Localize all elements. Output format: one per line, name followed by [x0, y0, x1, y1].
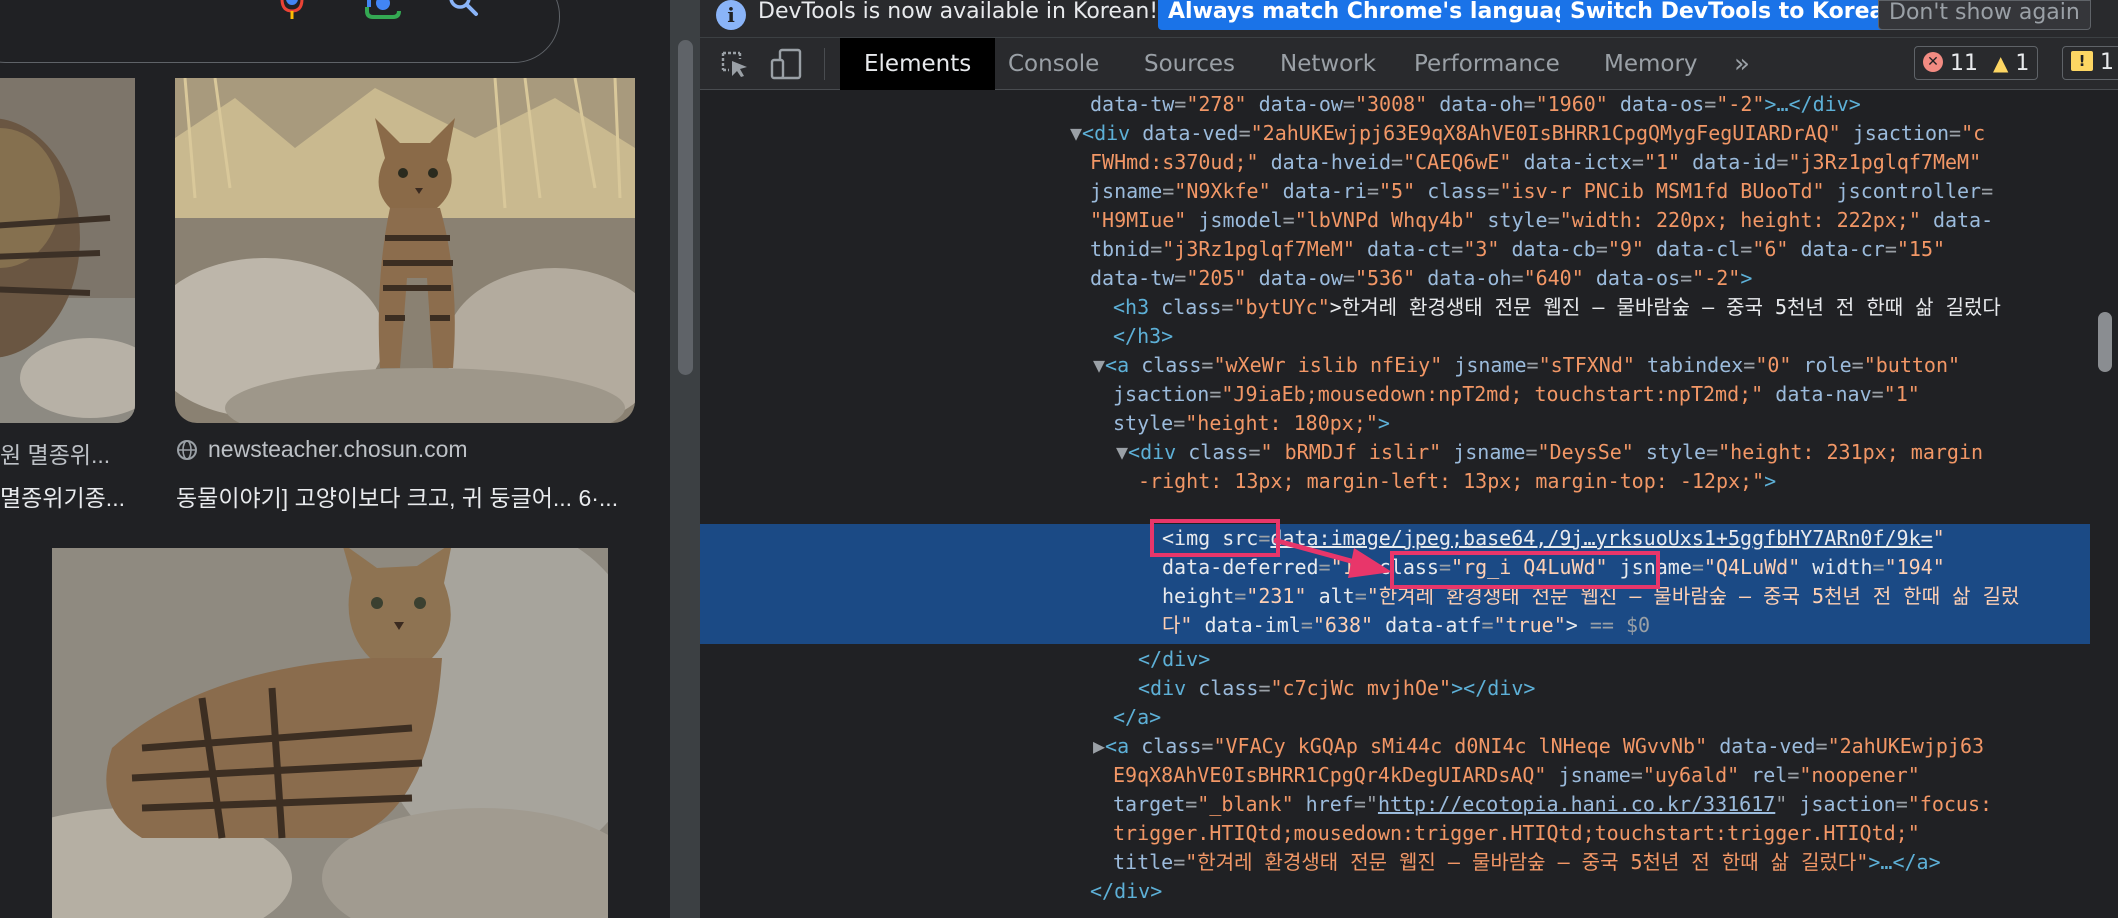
dom-line-selected[interactable]: 다" data-iml="638" data-atf="true"> == $0	[1162, 611, 1650, 639]
info-icon: i	[716, 0, 746, 30]
language-infobar: i DevTools is now available in Korean! A…	[700, 0, 2118, 38]
elements-scrollbar-thumb[interactable]	[2098, 312, 2112, 372]
search-icon[interactable]	[447, 0, 479, 17]
error-icon: ✕	[1923, 52, 1943, 72]
inspect-element-icon[interactable]	[720, 50, 750, 78]
dom-line[interactable]: E9qX8AhVE0IsBHRR1CpgQr4kDegUIARDsAQ" jsn…	[1113, 761, 1920, 789]
always-match-language-button[interactable]: Always match Chrome's language	[1158, 0, 1595, 30]
tab-elements[interactable]: Elements	[840, 38, 996, 90]
dom-line[interactable]: jsaction="J9iaEb;mousedown:npT2md; touch…	[1113, 380, 1920, 408]
dom-line[interactable]: </div>	[1090, 877, 1162, 905]
dom-line[interactable]: </h3>	[1113, 322, 1173, 350]
device-toolbar-icon[interactable]	[770, 48, 804, 80]
dom-line[interactable]: ▼<a class="wXeWr islib nfEiy" jsname="sT…	[1093, 351, 1960, 379]
result-source[interactable]: newsteacher.chosun.com	[208, 436, 468, 463]
dom-line[interactable]: ▼<div data-ved="2ahUKEwjpj63E9qX8AhVE0Is…	[1070, 119, 1985, 147]
dom-line[interactable]: </a>	[1113, 703, 1161, 731]
dom-line[interactable]: target="_blank" href="http://ecotopia.ha…	[1113, 790, 1992, 818]
expand-triangle-icon: ▼	[1116, 440, 1129, 464]
dom-line[interactable]: -right: 13px; margin-left: 13px; margin-…	[1138, 467, 1776, 495]
devtools-tabbar: Elements Console Sources Network Perform…	[700, 38, 2118, 90]
infobar-message: DevTools is now available in Korean!	[758, 0, 1159, 24]
dom-line[interactable]: title="한겨레 환경생태 전문 웹진 – 물바람숲 – 중국 5천년 전 …	[1113, 848, 1941, 876]
dom-line[interactable]: trigger.HTIQtd;mousedown:trigger.HTIQtd;…	[1113, 819, 1920, 847]
issues-counter[interactable]: ! 1	[2062, 46, 2118, 80]
issues-count: 1	[2100, 50, 2114, 75]
tab-console[interactable]: Console	[1008, 38, 1099, 90]
annotation-box-img-src	[1150, 519, 1280, 557]
warning-icon: ▲	[1993, 51, 2009, 75]
mic-icon[interactable]	[279, 0, 305, 21]
toolbar-separator	[824, 48, 825, 80]
collapse-triangle-icon: ▶	[1093, 734, 1106, 758]
elements-scrollbar[interactable]	[2094, 90, 2118, 918]
issues-icon: !	[2071, 51, 2093, 71]
expand-triangle-icon: ▼	[1093, 353, 1106, 377]
left-result-source[interactable]: 원 멸종위...	[0, 436, 110, 470]
dom-line[interactable]: tbnid="j3Rz1pglqf7MeM" data-ct="3" data-…	[1090, 235, 1945, 263]
left-result-title[interactable]: 멸종위기종...	[0, 479, 125, 513]
left-scrollbar[interactable]	[678, 40, 693, 375]
result-thumbnail-leopard-cat-crouching[interactable]	[52, 548, 608, 918]
globe-icon	[177, 440, 197, 460]
dom-line[interactable]: data-tw="205" data-ow="536" data-oh="640…	[1090, 264, 1752, 292]
tab-memory[interactable]: Memory	[1604, 38, 1698, 90]
selected-node-marker: == $0	[1577, 613, 1651, 637]
more-tabs-button[interactable]: »	[1734, 38, 1750, 90]
devtools-panel: i DevTools is now available in Korean! A…	[700, 0, 2118, 918]
annotation-box-class	[1390, 551, 1660, 589]
dom-line[interactable]: style="height: 180px;">	[1113, 409, 1390, 437]
switch-to-korean-button[interactable]: Switch DevTools to Korean	[1560, 0, 1911, 30]
href-link: http://ecotopia.hani.co.kr/331617	[1377, 792, 1776, 816]
expand-triangle-icon: ▼	[1070, 121, 1083, 145]
dom-line[interactable]: ▶<a class="VFACy kGQAp sMi44c d0NI4c lNH…	[1093, 732, 1984, 760]
dom-line[interactable]: <h3 class="bytUYc">한겨레 환경생태 전문 웹진 – 물바람숲…	[1113, 293, 2001, 321]
dom-line[interactable]: ▼<div class=" bRMDJf islir" jsname="Deys…	[1116, 438, 1983, 466]
dom-line[interactable]: jsname="N9Xkfe" data-ri="5" class="isv-r…	[1090, 177, 1993, 205]
warning-count: 1	[2015, 51, 2030, 76]
lens-icon[interactable]	[363, 0, 403, 21]
dom-line[interactable]: <div class="c7cjWc mvjhOe"></div>	[1138, 674, 1535, 702]
dom-line[interactable]: "H9MIue" jsmodel="lbVNPd Whqy4b" style="…	[1090, 206, 1993, 234]
result-thumbnail-cat-left[interactable]	[0, 78, 135, 423]
dont-show-again-button[interactable]: Don't show again	[1878, 0, 2091, 30]
tab-network[interactable]: Network	[1280, 38, 1376, 90]
console-counters[interactable]: ✕ 11 ▲ 1	[1914, 46, 2039, 80]
annotation-arrow-icon	[1273, 537, 1392, 578]
elements-dom-tree[interactable]: data-tw="278" data-ow="3008" data-oh="19…	[700, 90, 2090, 918]
result-thumbnail-leopard-cat[interactable]	[175, 78, 635, 423]
error-count: 11	[1950, 51, 1978, 76]
search-bar[interactable]	[0, 0, 560, 63]
google-images-pane: 원 멸종위... 멸종위기종... newsteacher.chosun.com…	[0, 0, 670, 918]
result-title[interactable]: 동물이야기] 고양이보다 크고, 귀 둥글어... 6·...	[176, 479, 618, 513]
dom-line[interactable]: FWHmd:s370ud;" data-hveid="CAEQ6wE" data…	[1090, 148, 1981, 176]
tab-sources[interactable]: Sources	[1144, 38, 1235, 90]
dom-line[interactable]: </div>	[1138, 645, 1210, 673]
dom-line[interactable]: data-tw="278" data-ow="3008" data-oh="19…	[1090, 90, 1861, 118]
tab-performance[interactable]: Performance	[1414, 38, 1560, 90]
